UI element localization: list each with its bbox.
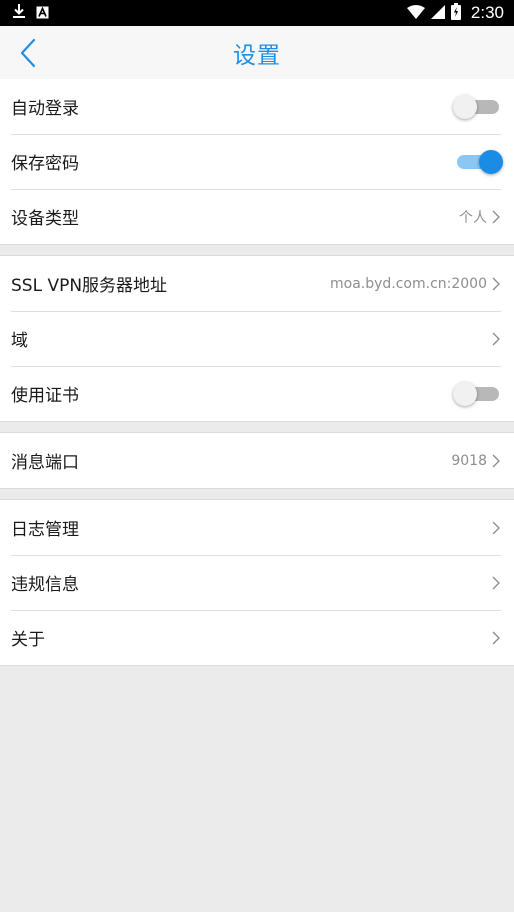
setting-right: moa.byd.com.cn:2000 [330, 276, 501, 292]
setting-label: 日志管理 [11, 520, 79, 540]
status-bar: 2:30 [0, 0, 514, 26]
page-title: 设置 [233, 42, 281, 69]
setting-violation-info[interactable]: 违规信息 [0, 555, 514, 610]
setting-value: 9018 [451, 452, 487, 469]
setting-label: 自动登录 [11, 99, 79, 119]
download-icon [12, 3, 26, 23]
setting-label: 域 [11, 331, 28, 351]
setting-domain[interactable]: 域 [0, 311, 514, 366]
status-left [12, 3, 49, 23]
setting-label: 违规信息 [11, 575, 79, 595]
save-password-toggle[interactable] [455, 149, 503, 175]
setting-label: SSL VPN服务器地址 [11, 276, 168, 296]
settings-group-login: 自动登录 保存密码 设备类型 个人 [0, 79, 514, 245]
setting-right [491, 630, 501, 646]
toggle-thumb [453, 381, 477, 406]
settings-group-vpn: SSL VPN服务器地址 moa.byd.com.cn:2000 域 使用证书 [0, 255, 514, 422]
settings-group-port: 消息端口 9018 [0, 432, 514, 489]
settings-group-misc: 日志管理 违规信息 关于 [0, 499, 514, 666]
setting-right [491, 331, 501, 347]
chevron-right-icon [492, 210, 500, 223]
chevron-right-icon [492, 521, 500, 534]
setting-right: 9018 [451, 453, 501, 469]
setting-label: 设备类型 [11, 209, 79, 229]
setting-right: 个人 [459, 207, 501, 227]
setting-auto-login: 自动登录 [0, 79, 514, 134]
setting-use-certificate: 使用证书 [0, 366, 514, 421]
nav-bar: 设置 [0, 26, 514, 79]
chevron-right-icon [492, 277, 500, 290]
chevron-right-icon [492, 631, 500, 644]
signal-icon [430, 4, 445, 23]
setting-right [491, 520, 501, 536]
setting-vpn-server[interactable]: SSL VPN服务器地址 moa.byd.com.cn:2000 [0, 256, 514, 311]
setting-label: 保存密码 [11, 154, 79, 174]
setting-device-type[interactable]: 设备类型 个人 [0, 189, 514, 244]
status-time: 2:30 [470, 3, 504, 22]
a-icon [36, 4, 49, 23]
setting-right [491, 575, 501, 591]
toggle-thumb [453, 94, 477, 119]
toggle-thumb [479, 149, 503, 174]
chevron-right-icon [492, 576, 500, 589]
setting-value: moa.byd.com.cn:2000 [329, 275, 487, 292]
status-right: 2:30 [406, 2, 504, 24]
setting-message-port[interactable]: 消息端口 9018 [0, 433, 514, 488]
setting-about[interactable]: 关于 [0, 610, 514, 665]
setting-save-password: 保存密码 [0, 134, 514, 189]
back-button[interactable] [14, 36, 42, 70]
setting-label: 关于 [11, 630, 45, 650]
use-certificate-toggle[interactable] [453, 381, 501, 407]
auto-login-toggle[interactable] [453, 94, 501, 120]
setting-value: 个人 [459, 209, 487, 226]
battery-icon [450, 2, 461, 24]
setting-log-management[interactable]: 日志管理 [0, 500, 514, 555]
chevron-right-icon [492, 332, 500, 345]
settings-list: 自动登录 保存密码 设备类型 个人 SSL VPN服务器地址 moa.byd.c… [0, 79, 514, 666]
chevron-left-icon [20, 38, 36, 68]
setting-label: 使用证书 [11, 386, 79, 406]
wifi-icon [406, 4, 425, 23]
chevron-right-icon [492, 454, 500, 467]
setting-label: 消息端口 [11, 453, 79, 473]
